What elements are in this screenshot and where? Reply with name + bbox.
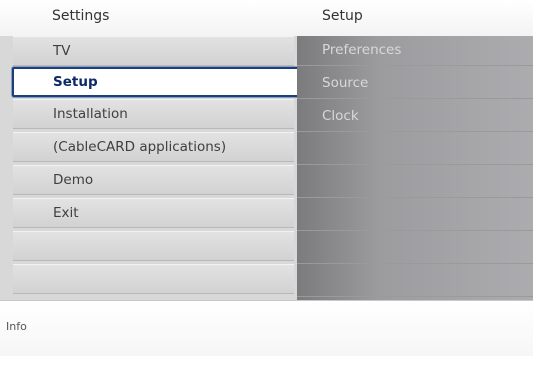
menu-item-demo[interactable]: Demo [13,165,294,195]
main-menu-list: TV Setup Installation (CableCARD applica… [0,36,299,300]
submenu-list: Preferences Source Clock [297,36,533,300]
submenu-item-empty [297,135,533,165]
menu-item-tv[interactable]: TV [13,36,294,66]
menu-item-label: (CableCARD applications) [53,139,227,155]
menu-item-label: TV [53,43,71,59]
submenu-item-empty [297,234,533,264]
submenu-item-empty [297,168,533,198]
submenu-item-empty [297,267,533,297]
submenu-item-preferences[interactable]: Preferences [297,36,533,66]
menu-item-exit[interactable]: Exit [13,198,294,228]
submenu-item-empty [297,201,533,231]
menu-item-setup[interactable]: Setup [12,67,299,97]
menu-item-label: Setup [53,74,98,90]
menu-item-empty [13,264,294,294]
menu-item-label: Demo [53,172,94,188]
menu-item-label: Installation [53,106,128,122]
menu-item-cablecard-applications[interactable]: (CableCARD applications) [13,132,294,162]
submenu-item-label: Preferences [322,42,402,58]
submenu-item-source[interactable]: Source [297,69,533,99]
menu-header: Settings Setup [0,0,533,37]
info-label: Info [6,320,27,333]
settings-menu: Settings Setup TV Setup Installation (Ca… [0,0,533,300]
submenu-title: Setup [322,8,363,24]
info-panel: Info [0,300,533,384]
submenu-item-clock[interactable]: Clock [297,102,533,132]
menu-item-empty [13,231,294,261]
info-band: Info [0,301,533,356]
menu-title: Settings [52,8,110,24]
menu-item-installation[interactable]: Installation [13,99,294,129]
submenu-item-label: Clock [322,108,359,124]
menu-item-label: Exit [53,205,79,221]
submenu-item-label: Source [322,75,369,91]
